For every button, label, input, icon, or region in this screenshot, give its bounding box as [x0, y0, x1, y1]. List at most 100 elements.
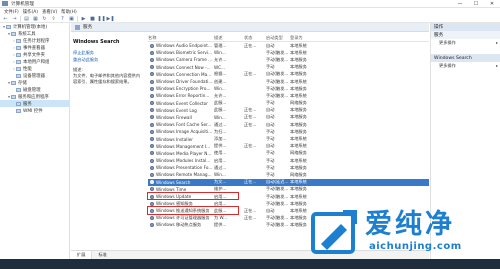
service-startup-type: 自动(延迟...	[266, 179, 289, 185]
service-startup-type: 手动(触发...	[266, 215, 289, 221]
service-row[interactable]: Windows Image Acquisiti... 为扫... 手动 本地服务	[148, 128, 429, 135]
service-name: Windows Modules Instal...	[156, 158, 211, 164]
up-icon[interactable]: ▤	[23, 16, 30, 22]
service-row[interactable]: Windows Modules Instal... 启用... 手动 本地系统	[148, 157, 429, 164]
menu-view[interactable]: 查看(V)	[42, 9, 57, 15]
service-startup-type: 自动	[266, 42, 275, 48]
toolbar: ← → ▤ ▦ ↻ ⇪ ? ▣ ▶ ■ ❚❚ ▶❚	[0, 15, 500, 23]
menu-file[interactable]: 文件(F)	[4, 9, 19, 15]
service-row[interactable]: Windows Font Cache Ser... 通过... 正在... 自动 本地服…	[148, 121, 429, 128]
tree-item-label: 性能	[23, 66, 32, 72]
service-row[interactable]: Windows Connect Now -... WC... 手动 本地服务	[148, 64, 429, 71]
detail-service-name: Windows Search	[73, 39, 120, 45]
watermark: 爱纯净 aichunjing.com	[303, 206, 500, 258]
pause-icon[interactable]: ❚❚	[97, 16, 105, 22]
refresh-icon[interactable]: ↻	[41, 16, 48, 22]
service-startup-type: 自动(触发...	[266, 71, 289, 77]
back-icon[interactable]: ←	[2, 16, 9, 22]
restart-icon[interactable]: ▶❚	[106, 16, 114, 22]
service-row[interactable]: Windows Camera Frame ... 允许... 手动(触发... 本地服…	[148, 56, 429, 63]
service-row[interactable]: Windows Management I... 提供... 正在... 自动 本地系统	[148, 143, 429, 150]
stop-service-link[interactable]: 停止此服务	[73, 50, 143, 56]
service-gear-icon	[150, 151, 154, 156]
service-row[interactable]: Windows Driver Foundati... 创建... 手动(触发... 本…	[148, 78, 429, 85]
column-name[interactable]: 名称	[148, 35, 214, 41]
folder-icon	[16, 45, 21, 50]
tree-item[interactable]: › 共享文件夹	[0, 51, 69, 58]
tree-item[interactable]: › 任务计划程序	[0, 37, 69, 44]
tree-item[interactable]: ▾ 服务和应用程序	[0, 93, 69, 100]
service-gear-icon	[150, 79, 154, 84]
service-name-cell: Windows Connection Ma...	[148, 72, 214, 77]
tree-item[interactable]: ▾ 计算机管理(本地)	[0, 23, 69, 30]
tree-item[interactable]: WMI 控件	[0, 107, 69, 114]
tree-item[interactable]: ▾ 系统工具	[0, 30, 69, 37]
service-row[interactable]: Windows Event Collector 此服... 手动 网络服务	[148, 100, 429, 107]
tree-item[interactable]: › 性能	[0, 65, 69, 72]
forward-icon[interactable]: →	[11, 16, 18, 22]
export-icon[interactable]: ⇪	[50, 16, 57, 22]
service-description: 管理...	[214, 42, 227, 48]
menu-action[interactable]: 操作(A)	[23, 9, 38, 15]
maximize-button[interactable]: ☐	[468, 0, 484, 8]
service-log-on-as: 本地服务	[290, 121, 307, 127]
more-actions-services[interactable]: 更多操作 ▸	[431, 39, 500, 46]
service-row[interactable]: Windows Audio Endpoint... 管理... 正在... 自动 本地系…	[148, 42, 429, 49]
restart-service-link[interactable]: 重启动此服务	[73, 57, 143, 63]
service-row[interactable]: Windows Installer 添加... 手动 本地系统	[148, 135, 429, 142]
service-row[interactable]: Windows Presentation Fo... 通过... 手动 本地服务	[148, 164, 429, 171]
properties-icon[interactable]: ▣	[68, 16, 75, 22]
service-name: Windows Camera Frame ...	[156, 57, 213, 63]
tree-item[interactable]: 磁盘管理	[0, 86, 69, 93]
service-startup-type: 手动(触发...	[266, 186, 289, 192]
menu-bar: 文件(F) 操作(A) 查看(V) 帮助(H)	[0, 8, 500, 15]
service-startup-type: 手动	[266, 128, 275, 134]
tree-item[interactable]: ▾ 存储	[0, 79, 69, 86]
actions-group-service-label: Windows Search	[434, 55, 472, 61]
service-row[interactable]: Windows Error Reportin... 允许... 手动(触发... 本地…	[148, 92, 429, 99]
tree-item-label: 事件查看器	[23, 45, 45, 51]
service-name: Windows Management I...	[156, 143, 211, 149]
column-startup-type[interactable]: 启动类型	[266, 35, 290, 41]
service-row[interactable]: Windows Search 为文... 正在... 自动(延迟... 本地系统	[148, 178, 429, 186]
service-log-on-as: 本地服务	[290, 114, 307, 120]
service-description: 允许...	[214, 56, 227, 62]
service-log-on-as: 本地服务	[290, 128, 307, 134]
service-row[interactable]: Windows Encryption Pro... Win... 手动(触发... 本…	[148, 85, 429, 92]
column-log-on-as[interactable]: 登录为	[290, 35, 320, 41]
service-name: Windows Biometric Servi...	[156, 50, 213, 56]
service-row[interactable]: Windows Event Log 此服... 正在... 自动 本地服务	[148, 107, 429, 114]
service-log-on-as: 本地服务	[290, 64, 307, 70]
service-gear-icon	[150, 144, 154, 149]
more-actions-service[interactable]: 更多操作 ▸	[431, 62, 500, 69]
tree-item[interactable]: › 事件查看器	[0, 44, 69, 51]
service-row[interactable]: Windows Biometric Servi... Win... 手动(触发...…	[148, 49, 429, 56]
service-log-on-as: 本地服务	[290, 107, 307, 113]
service-row[interactable]: Windows Connection Ma... 根据... 正在... 自动(触发.…	[148, 71, 429, 78]
service-name: Windows Image Acquisiti...	[156, 129, 213, 135]
column-status[interactable]: 状态	[244, 35, 266, 41]
help-icon[interactable]: ?	[59, 16, 66, 22]
minimize-button[interactable]: —	[452, 0, 468, 8]
tree-item[interactable]: 服务	[0, 100, 69, 107]
service-log-on-as: 本地系统	[290, 157, 307, 163]
service-gear-icon	[150, 172, 154, 177]
column-description[interactable]: 描述	[214, 35, 244, 41]
menu-help[interactable]: 帮助(H)	[61, 9, 77, 15]
tree-item[interactable]: 设备管理器	[0, 72, 69, 79]
service-name-cell: Windows Biometric Servi...	[148, 50, 214, 55]
service-name-cell: Windows 移动热点服务	[148, 222, 214, 228]
tree-item[interactable]: › 本地用户和组	[0, 58, 69, 65]
folder-icon	[11, 31, 16, 36]
service-row[interactable]: Windows Remote Manag... Win... 手动 网络服务	[148, 171, 429, 178]
service-row[interactable]: Windows Media Player N... 使用... 手动 网络服务	[148, 150, 429, 157]
stop-icon[interactable]: ■	[89, 16, 96, 22]
actions-group-services[interactable]: 服务	[431, 31, 500, 39]
view-icon[interactable]: ▦	[32, 16, 39, 22]
play-icon[interactable]: ▶	[80, 16, 87, 22]
close-button[interactable]: ✕	[484, 0, 500, 8]
tree-item-label: 计算机管理(本地)	[13, 24, 48, 30]
actions-group-service[interactable]: Windows Search	[431, 54, 500, 62]
service-row[interactable]: Windows Firewall Win... 正在... 自动 本地服务	[148, 114, 429, 121]
service-status: 正在...	[244, 179, 257, 185]
